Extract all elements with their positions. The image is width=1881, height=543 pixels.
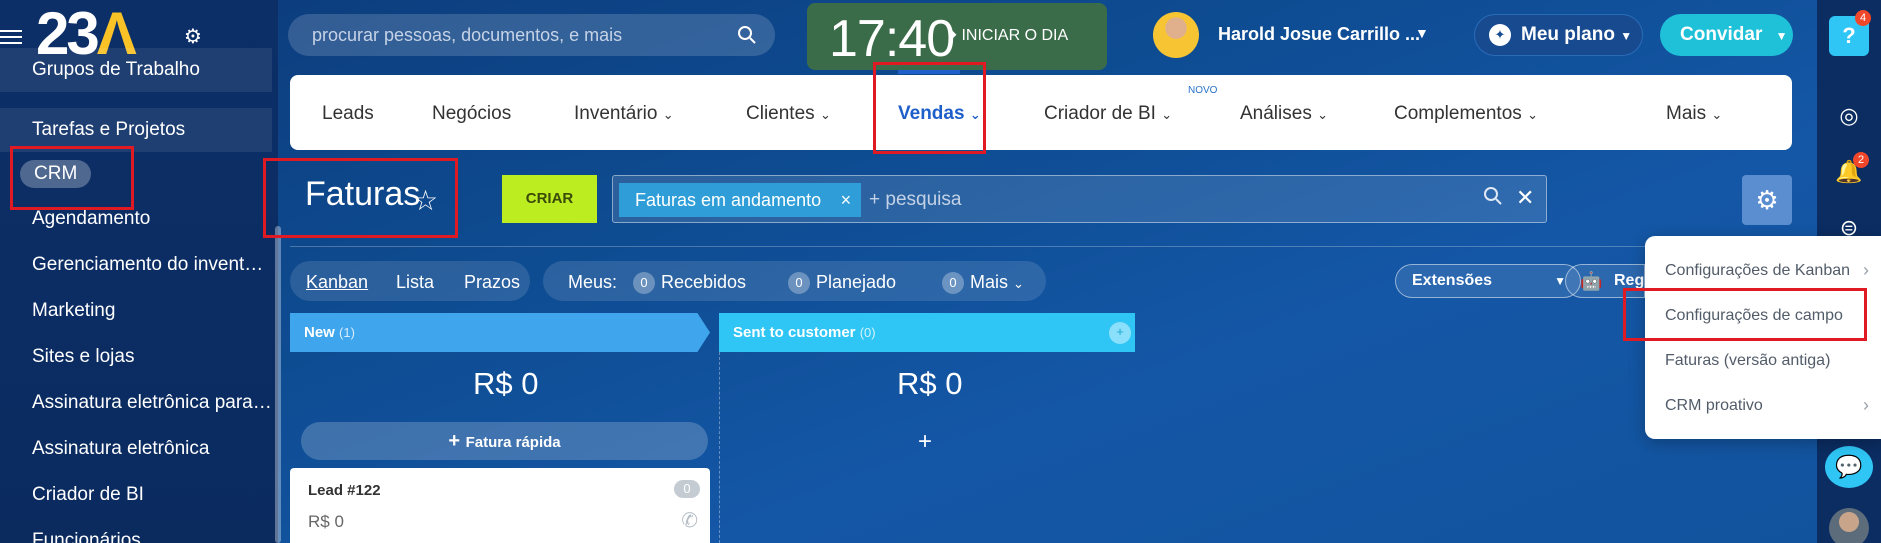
- add-item-icon[interactable]: +: [918, 428, 932, 456]
- sidebar-item-inventario[interactable]: Gerenciamento do invent…: [0, 243, 272, 287]
- highlight-box-vendas: [873, 62, 986, 154]
- phone-icon[interactable]: ✆: [681, 508, 698, 533]
- clock-time: 17:40: [829, 10, 955, 68]
- chat-icon[interactable]: 💬: [1825, 446, 1873, 488]
- search-icon[interactable]: [1483, 186, 1503, 206]
- filter-chip[interactable]: Faturas em andamento ×: [619, 183, 862, 217]
- help-badge: 4: [1855, 10, 1872, 26]
- tab-analises[interactable]: Análises ⌄: [1240, 103, 1328, 125]
- new-tag: NOVO: [1188, 85, 1218, 96]
- copilot-icon[interactable]: ◎: [1829, 96, 1869, 136]
- my-plan-button[interactable]: ✦ Meu plano ▼: [1474, 14, 1643, 56]
- tab-kanban[interactable]: Kanban: [306, 272, 368, 293]
- column-sum: R$ 0: [473, 366, 539, 401]
- counter-recebidos[interactable]: 0 Recebidos: [633, 272, 746, 294]
- robot-icon: 🤖: [1580, 271, 1603, 291]
- sidebar-item-label: Assinatura eletrônica: [32, 438, 210, 459]
- start-day-button[interactable]: ⏵ INICIAR O DIA: [949, 27, 1068, 45]
- column-sum: R$ 0: [897, 366, 963, 401]
- sidebar-item-label: Agendamento: [32, 208, 151, 229]
- column-header-sent[interactable]: Sent to customer (0) +: [719, 313, 1135, 352]
- tab-complementos[interactable]: Complementos ⌄: [1394, 103, 1538, 125]
- crm-nav-bar: Leads Negócios Inventário ⌄ Clientes ⌄ N…: [290, 75, 1792, 150]
- sidebar-item-grupos[interactable]: Grupos de Trabalho: [0, 48, 272, 92]
- my-label: Meus:: [568, 272, 618, 292]
- counter-mais[interactable]: 0 Mais ⌄: [942, 272, 1024, 294]
- settings-sliders-icon[interactable]: ⚙: [184, 24, 202, 49]
- tab-leads[interactable]: Leads: [322, 103, 374, 125]
- tab-negocios[interactable]: Negócios: [432, 103, 511, 125]
- menu-item-kanban-settings[interactable]: Configurações de Kanban: [1665, 262, 1850, 280]
- quick-invoice-button[interactable]: + Fatura rápida: [301, 422, 708, 460]
- sidebar-item-label: Criador de BI: [32, 484, 144, 505]
- contact-avatar[interactable]: [1829, 508, 1869, 543]
- counter-planejado[interactable]: 0 Planejado: [788, 272, 896, 294]
- plan-icon: ✦: [1489, 24, 1511, 46]
- sidebar-item-label: Marketing: [32, 300, 116, 321]
- search-input[interactable]: procurar pessoas, documentos, e mais: [288, 14, 775, 56]
- menu-icon[interactable]: [0, 26, 22, 48]
- tab-mais[interactable]: Mais ⌄: [1666, 103, 1722, 125]
- add-column-icon[interactable]: +: [1109, 322, 1131, 344]
- sidebar-scrollbar[interactable]: [275, 226, 281, 543]
- highlight-box-field-settings: [1623, 288, 1867, 341]
- filter-search-input[interactable]: + pesquisa: [869, 189, 961, 211]
- filter-search-bar[interactable]: Faturas em andamento × + pesquisa ✕: [612, 175, 1547, 223]
- extensions-button[interactable]: Extensões ▼: [1395, 264, 1581, 298]
- highlight-box-title: [263, 158, 458, 238]
- user-name[interactable]: Harold Josue Carrillo ...: [1218, 24, 1420, 45]
- sidebar-item-label: Tarefas e Projetos: [32, 119, 186, 140]
- column-separator: [719, 352, 720, 543]
- sidebar-item-label: Funcionários: [32, 530, 141, 543]
- clear-icon[interactable]: ✕: [1516, 185, 1534, 211]
- column-header-new[interactable]: New (1): [290, 313, 710, 352]
- sidebar-item-assinatura-para[interactable]: Assinatura eletrônica para…: [0, 381, 272, 425]
- highlight-box-crm: [10, 146, 134, 210]
- chevron-down-icon[interactable]: ▼: [1415, 25, 1429, 41]
- avatar[interactable]: [1153, 12, 1199, 58]
- sidebar-item-criador-bi[interactable]: Criador de BI: [0, 473, 272, 517]
- menu-item-old-invoices[interactable]: Faturas (versão antiga): [1665, 352, 1830, 370]
- search-icon: [738, 26, 756, 44]
- sidebar-item-label: Sites e lojas: [32, 346, 135, 367]
- card-count: 0: [674, 480, 700, 498]
- sidebar-item-label: Assinatura eletrônica para…: [32, 392, 272, 413]
- sidebar-item-label: Grupos de Trabalho: [32, 59, 200, 80]
- gear-icon[interactable]: ⚙: [1742, 175, 1792, 225]
- close-icon[interactable]: ×: [841, 183, 852, 217]
- sidebar-item-assinatura[interactable]: Assinatura eletrônica: [0, 427, 272, 471]
- card-price: R$ 0: [308, 512, 344, 531]
- tab-lista[interactable]: Lista: [396, 272, 434, 293]
- tab-clientes[interactable]: Clientes ⌄: [746, 103, 831, 125]
- workday-clock[interactable]: 17:40 ⏵ INICIAR O DIA: [807, 3, 1107, 70]
- divider: [290, 246, 1792, 247]
- invite-button[interactable]: Convidar ▼: [1660, 14, 1793, 56]
- chevron-right-icon: ›: [1863, 260, 1869, 280]
- kanban-card[interactable]: Lead #122 R$ 0 0 ✆: [290, 468, 710, 543]
- sidebar-item-sites[interactable]: Sites e lojas: [0, 335, 272, 379]
- chevron-right-icon: ›: [1863, 395, 1869, 415]
- menu-item-crm-proactive[interactable]: CRM proativo: [1665, 397, 1763, 415]
- plus-icon: +: [448, 430, 466, 452]
- sidebar-item-marketing[interactable]: Marketing: [0, 289, 272, 333]
- tab-criador-bi[interactable]: Criador de BI ⌄: [1044, 103, 1172, 125]
- notification-badge: 2: [1853, 152, 1870, 168]
- card-title[interactable]: Lead #122: [308, 482, 381, 499]
- tab-inventario[interactable]: Inventário ⌄: [574, 103, 674, 125]
- tab-prazos[interactable]: Prazos: [464, 272, 520, 293]
- sidebar-item-funcionarios[interactable]: Funcionários: [0, 519, 272, 543]
- sidebar-item-label: Gerenciamento do invent…: [32, 254, 264, 275]
- create-button[interactable]: CRIAR: [502, 175, 597, 223]
